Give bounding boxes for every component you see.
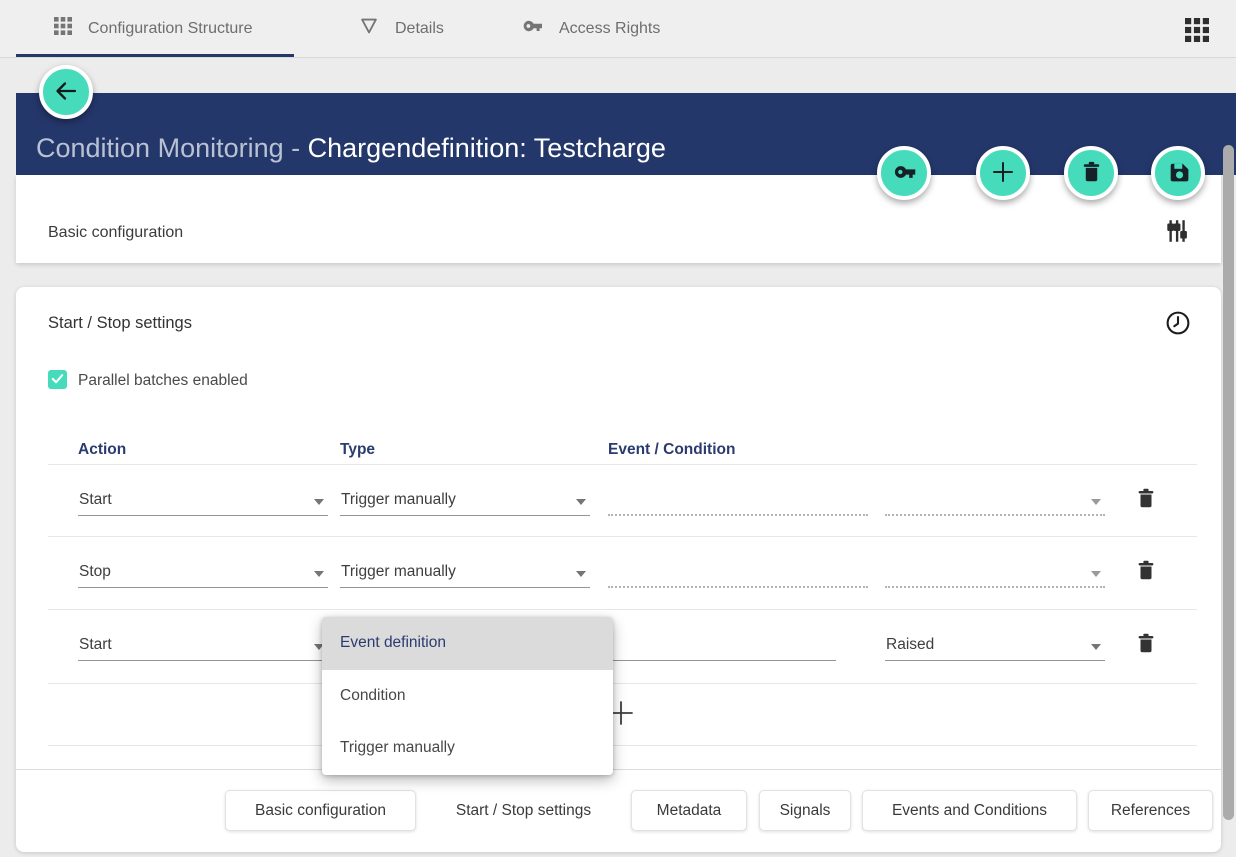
chevron-down-icon xyxy=(1091,499,1101,505)
footer-tab-metadata[interactable]: Metadata xyxy=(631,790,747,831)
type-value: Trigger manually xyxy=(341,491,456,509)
footer-tab-start-stop-settings[interactable]: Start / Stop settings xyxy=(447,790,600,831)
triangle-filter-icon xyxy=(358,15,380,42)
basic-configuration-label: Basic configuration xyxy=(48,224,183,242)
column-header-action: Action xyxy=(78,441,126,459)
row-delete-button[interactable] xyxy=(1133,485,1159,513)
chevron-down-icon xyxy=(314,499,324,505)
action-value: Start xyxy=(79,491,112,509)
back-button[interactable] xyxy=(39,65,93,119)
row-delete-button[interactable] xyxy=(1133,630,1159,658)
parallel-batches-checkbox[interactable] xyxy=(48,370,67,389)
chevron-down-icon xyxy=(576,499,586,505)
tab-configuration-structure[interactable]: Configuration Structure xyxy=(53,0,253,57)
dropdown-option-condition[interactable]: Condition xyxy=(322,670,613,723)
dropdown-option-event-definition[interactable]: Event definition xyxy=(322,617,613,670)
tab-access-rights[interactable]: Access Rights xyxy=(520,0,660,57)
back-arrow-icon xyxy=(53,78,79,107)
column-header-type: Type xyxy=(340,441,375,459)
save-button[interactable] xyxy=(1151,146,1205,200)
type-dropdown-menu: Event definition Condition Trigger manua… xyxy=(322,617,613,775)
chevron-down-icon xyxy=(314,571,324,577)
dropdown-option-trigger-manually[interactable]: Trigger manually xyxy=(322,722,613,775)
key-icon xyxy=(520,14,544,43)
tab-label: Details xyxy=(395,20,444,38)
chevron-down-icon xyxy=(1091,644,1101,650)
table-row: Start Raised xyxy=(48,610,1197,684)
chevron-down-icon xyxy=(1091,571,1101,577)
tab-label: Configuration Structure xyxy=(88,20,253,38)
tab-label: Access Rights xyxy=(559,20,660,38)
check-icon xyxy=(50,371,65,389)
add-row xyxy=(48,684,1197,746)
action-select[interactable]: Stop xyxy=(78,558,328,588)
footer-divider xyxy=(16,769,1221,770)
footer-tab-events-and-conditions[interactable]: Events and Conditions xyxy=(862,790,1077,831)
tune-sliders-icon[interactable] xyxy=(1163,217,1191,245)
key-icon xyxy=(891,159,917,188)
access-key-button[interactable] xyxy=(877,146,931,200)
tab-details[interactable]: Details xyxy=(358,0,444,57)
column-header-event-condition: Event / Condition xyxy=(608,441,735,459)
action-value: Start xyxy=(79,636,112,654)
chevron-down-icon xyxy=(576,571,586,577)
state-select-disabled xyxy=(885,486,1105,516)
parallel-batches-label: Parallel batches enabled xyxy=(78,372,248,390)
panel-title: Start / Stop settings xyxy=(48,314,192,333)
page-title: Condition Monitoring - Chargendefinition… xyxy=(36,133,666,164)
type-select[interactable]: Trigger manually xyxy=(340,486,590,516)
footer-tab-references[interactable]: References xyxy=(1088,790,1213,831)
clock-icon[interactable] xyxy=(1164,309,1192,337)
state-select[interactable]: Raised xyxy=(885,631,1105,661)
state-value: Raised xyxy=(886,636,934,654)
page-title-prefix: Condition Monitoring - xyxy=(36,133,308,163)
trash-icon xyxy=(1079,159,1104,187)
row-delete-button[interactable] xyxy=(1133,557,1159,585)
action-select[interactable]: Start xyxy=(78,486,328,516)
active-tab-underline xyxy=(16,54,294,57)
event-condition-field-disabled xyxy=(608,558,868,588)
footer-tab-signals[interactable]: Signals xyxy=(759,790,851,831)
app-root: Configuration Structure Details Access R… xyxy=(0,0,1236,857)
add-button[interactable] xyxy=(976,146,1030,200)
table-row: Stop Trigger manually xyxy=(48,537,1197,610)
plus-icon xyxy=(990,159,1016,188)
event-condition-field[interactable] xyxy=(608,631,836,661)
vertical-scrollbar-thumb[interactable] xyxy=(1223,145,1234,820)
state-select-disabled xyxy=(885,558,1105,588)
top-tab-bar: Configuration Structure Details Access R… xyxy=(0,0,1236,58)
page-header: Condition Monitoring - Chargendefinition… xyxy=(16,93,1236,175)
delete-button[interactable] xyxy=(1064,146,1118,200)
page-title-main: Chargendefinition: Testcharge xyxy=(308,133,666,163)
grid-icon xyxy=(53,16,73,41)
action-value: Stop xyxy=(79,563,111,581)
type-select[interactable]: Trigger manually xyxy=(340,558,590,588)
table-row: Start Trigger manually xyxy=(48,465,1197,537)
action-select[interactable]: Start xyxy=(78,631,328,661)
type-value: Trigger manually xyxy=(341,563,456,581)
basic-configuration-bar[interactable]: Basic configuration xyxy=(16,175,1221,263)
apps-grid-icon[interactable] xyxy=(1184,17,1210,43)
footer-tab-basic-configuration[interactable]: Basic configuration xyxy=(225,790,416,831)
start-stop-settings-panel: Start / Stop settings Parallel batches e… xyxy=(16,287,1221,852)
save-icon xyxy=(1166,159,1191,187)
event-condition-field-disabled xyxy=(608,486,868,516)
